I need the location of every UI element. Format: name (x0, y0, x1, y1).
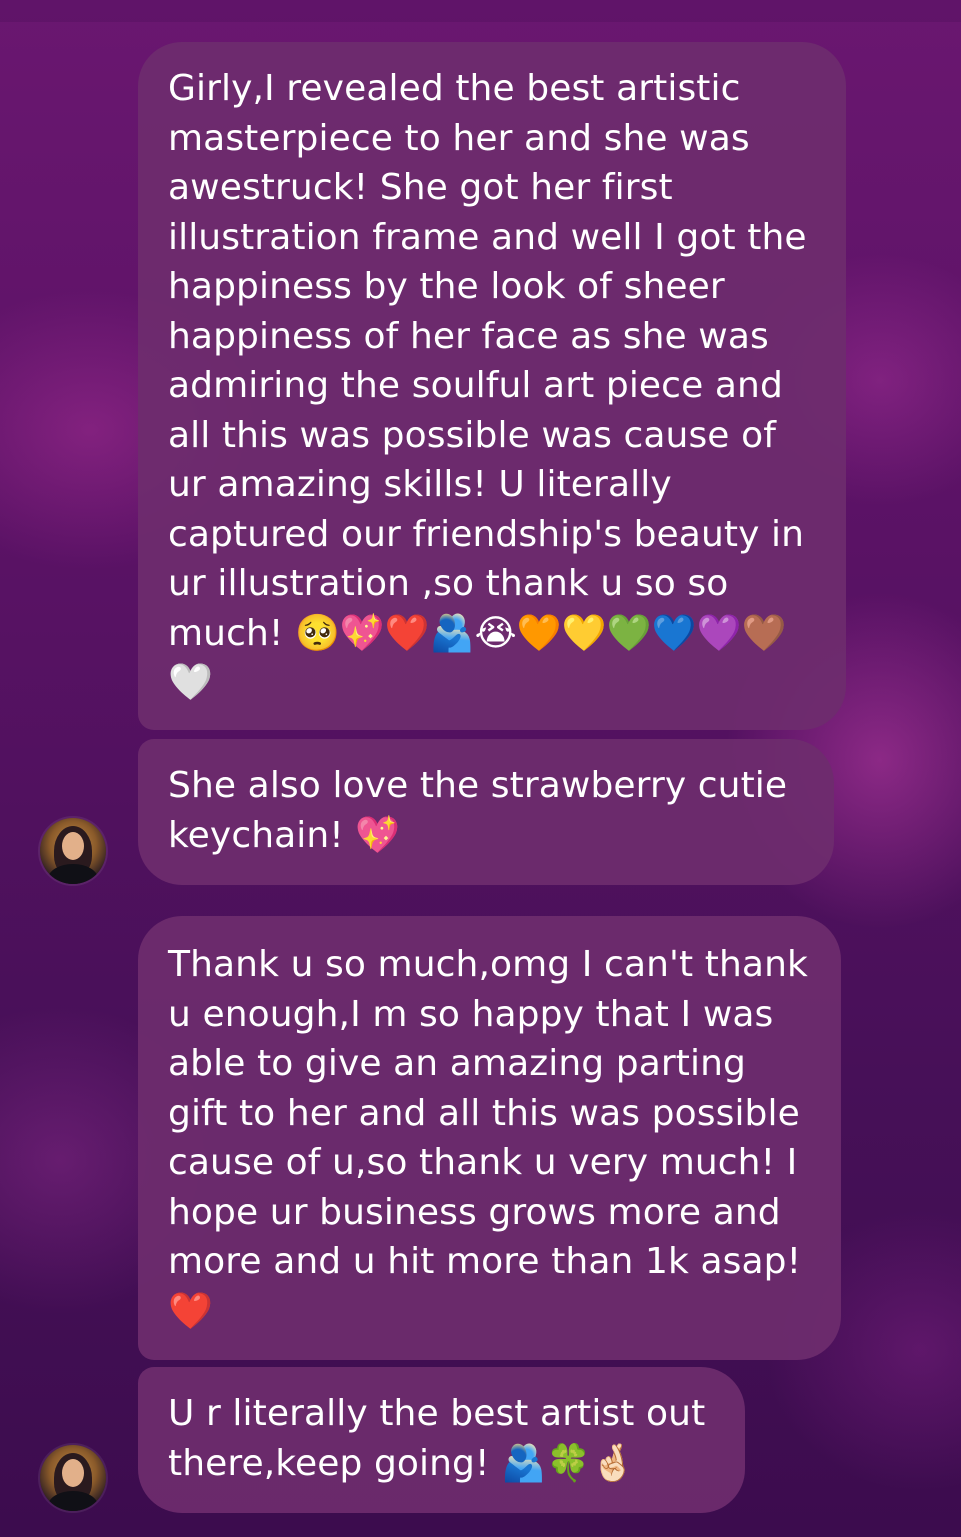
avatar-face (62, 1459, 84, 1487)
avatar-face (62, 832, 84, 860)
message-text: Thank u so much,omg I can't thank u enou… (168, 944, 820, 1332)
message-text: She also love the strawberry cutie keych… (168, 765, 799, 856)
message-bubble[interactable]: U r literally the best artist out there,… (138, 1367, 745, 1513)
message-text: Girly,I revealed the best artistic maste… (168, 68, 819, 703)
message-bubble[interactable]: Girly,I revealed the best artistic maste… (138, 42, 846, 730)
message-bubble[interactable]: She also love the strawberry cutie keych… (138, 739, 834, 885)
sender-avatar[interactable] (40, 1445, 106, 1511)
message-bubble[interactable]: Thank u so much,omg I can't thank u enou… (138, 916, 841, 1360)
avatar-body (48, 1491, 98, 1511)
avatar-body (48, 864, 98, 884)
message-text: U r literally the best artist out there,… (168, 1393, 717, 1484)
sender-avatar[interactable] (40, 818, 106, 884)
top-strip (0, 0, 961, 22)
